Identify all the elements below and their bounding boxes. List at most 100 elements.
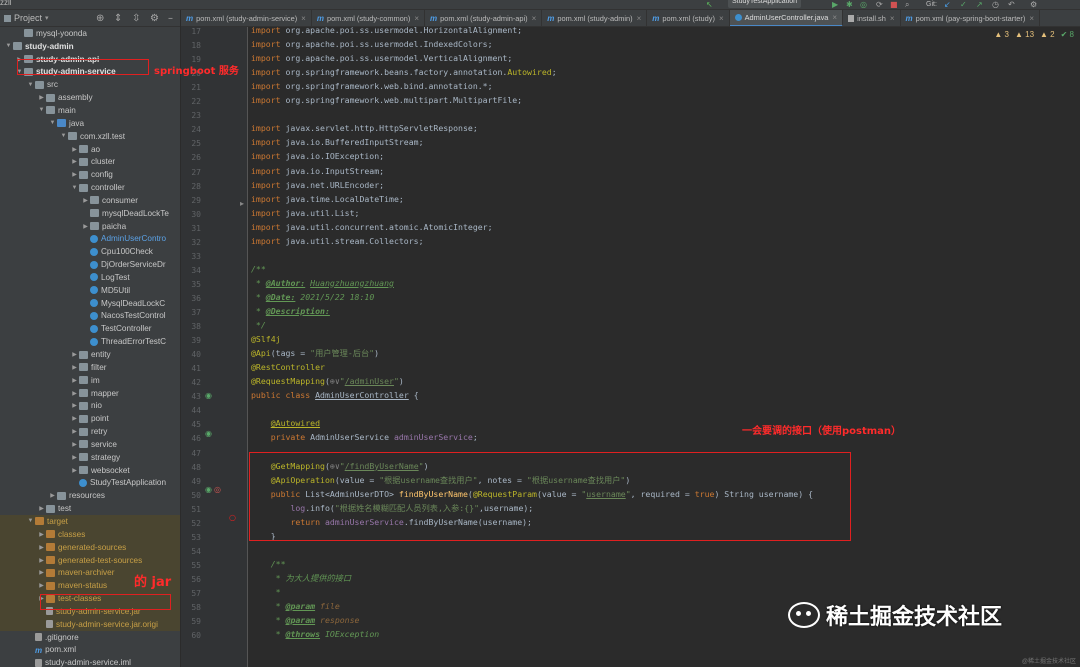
close-icon[interactable]: ×: [890, 14, 895, 23]
tree-node[interactable]: ▼ java: [0, 117, 180, 130]
code-line[interactable]: @Api(tags = "用户管理-后台"): [251, 348, 379, 359]
tree-node[interactable]: TestController: [0, 322, 180, 335]
run-icon[interactable]: ▶: [832, 0, 838, 9]
chevron-right-icon[interactable]: ▶: [37, 94, 46, 101]
chevron-right-icon[interactable]: ▶: [70, 390, 79, 397]
tree-node[interactable]: ▶ point: [0, 412, 180, 425]
tree-node[interactable]: ▼ com.xzll.test: [0, 130, 180, 143]
tree-node[interactable]: ThreadErrorTestC: [0, 335, 180, 348]
tree-node[interactable]: ▶ generated-test-sources: [0, 553, 180, 567]
tree-node[interactable]: ▶ im: [0, 374, 180, 387]
tree-node[interactable]: m pom.xml: [0, 644, 180, 657]
tree-node[interactable]: AdminUserContro: [0, 233, 180, 246]
chevron-down-icon[interactable]: ▾: [45, 14, 49, 22]
tree-node[interactable]: ▶ entity: [0, 348, 180, 361]
code-line[interactable]: */: [251, 320, 266, 331]
chevron-right-icon[interactable]: ▶: [81, 223, 90, 230]
tree-node[interactable]: ▶ cluster: [0, 155, 180, 168]
code-line[interactable]: import org.springframework.web.bind.anno…: [251, 81, 493, 92]
tree-node[interactable]: ▼ target: [0, 515, 180, 528]
tree-node[interactable]: ▶ generated-sources: [0, 540, 180, 554]
code-line[interactable]: private AdminUserService adminUserServic…: [251, 432, 478, 443]
spring-bean-icon[interactable]: ◉: [205, 485, 212, 494]
tree-node[interactable]: ▶ service: [0, 438, 180, 451]
breakpoint-icon[interactable]: ○: [229, 513, 236, 522]
code-line[interactable]: import org.apache.poi.ss.usermodel.Horiz…: [251, 27, 522, 36]
code-line[interactable]: import java.net.URLEncoder;: [251, 180, 384, 191]
editor-tab[interactable]: m pom.xml (study-admin-service) ×: [181, 10, 312, 26]
chevron-right-icon[interactable]: ▶: [37, 557, 46, 564]
tree-node[interactable]: LogTest: [0, 271, 180, 284]
chevron-right-icon[interactable]: ▶: [70, 441, 79, 448]
tree-node[interactable]: ▶ nio: [0, 399, 180, 412]
chevron-right-icon[interactable]: ▶: [70, 467, 79, 474]
run-config-select[interactable]: StudyTestApplication: [728, 0, 801, 8]
code-line[interactable]: * @param file: [251, 601, 340, 612]
coverage-icon[interactable]: ◎: [860, 0, 867, 9]
locate-icon[interactable]: ⊕: [96, 13, 104, 24]
tree-node[interactable]: study-admin-service.jar.origi: [0, 617, 180, 631]
chevron-right-icon[interactable]: ▶: [48, 492, 57, 499]
git-history-icon[interactable]: ◷: [992, 0, 999, 9]
chevron-right-icon[interactable]: ▶: [37, 531, 46, 538]
git-commit-icon[interactable]: ✓: [960, 0, 967, 9]
inspections-widget[interactable]: ▲ 3 ▲ 13 ▲ 2 ✔ 8: [994, 30, 1074, 39]
code-line[interactable]: import javax.servlet.http.HttpServletRes…: [251, 123, 478, 134]
stop-icon[interactable]: ■: [890, 0, 898, 9]
tree-node[interactable]: ▶ ao: [0, 143, 180, 156]
chevron-down-icon[interactable]: ▼: [4, 43, 13, 49]
chevron-right-icon[interactable]: ▶: [70, 428, 79, 435]
code-line[interactable]: * @param response: [251, 615, 360, 626]
git-rollback-icon[interactable]: ↶: [1008, 0, 1015, 9]
project-panel-title[interactable]: Project: [14, 13, 42, 23]
tree-node[interactable]: .gitignore: [0, 631, 180, 644]
code-line[interactable]: import java.io.IOException;: [251, 151, 384, 162]
expand-all-icon[interactable]: ⇕: [114, 13, 122, 24]
chevron-right-icon[interactable]: ▶: [70, 402, 79, 409]
code-line[interactable]: @RequestMapping(⊕∨"/adminUser"): [251, 376, 404, 387]
close-icon[interactable]: ×: [301, 14, 306, 23]
tree-node[interactable]: ▶ resources: [0, 489, 180, 502]
tree-node[interactable]: ▼ src: [0, 78, 180, 91]
code-line[interactable]: * @Description:: [251, 306, 330, 317]
code-line[interactable]: import java.io.InputStream;: [251, 166, 384, 177]
chevron-right-icon[interactable]: ▶: [37, 544, 46, 551]
tree-node[interactable]: mysql-yoonda: [0, 27, 180, 40]
tree-node[interactable]: ▼ controller: [0, 181, 180, 194]
tree-node[interactable]: DjOrderServiceDr: [0, 258, 180, 271]
code-line[interactable]: /**: [251, 559, 286, 570]
tree-node[interactable]: MD5Util: [0, 284, 180, 297]
chevron-down-icon[interactable]: ▼: [48, 120, 57, 126]
code-line[interactable]: @RestController: [251, 362, 325, 373]
tree-node[interactable]: ▶ paicha: [0, 220, 180, 233]
typo-count[interactable]: ▲ 2: [1040, 30, 1055, 39]
code-line[interactable]: import java.util.List;: [251, 208, 359, 219]
chevron-right-icon[interactable]: ▶: [37, 582, 46, 589]
code-line[interactable]: @Slf4j: [251, 334, 281, 345]
debug-icon[interactable]: ✱: [846, 0, 853, 9]
gear-icon[interactable]: ⚙: [150, 13, 159, 24]
chevron-down-icon[interactable]: ▼: [70, 185, 79, 191]
tree-node[interactable]: ▶ strategy: [0, 451, 180, 464]
chevron-right-icon[interactable]: ▶: [70, 364, 79, 371]
tree-node[interactable]: StudyTestApplication: [0, 477, 180, 490]
chevron-down-icon[interactable]: ▼: [26, 518, 35, 524]
tree-node[interactable]: NacosTestControl: [0, 310, 180, 323]
tree-node[interactable]: ▶ classes: [0, 527, 180, 541]
chevron-down-icon[interactable]: ▼: [26, 82, 35, 88]
tree-node[interactable]: Cpu100Check: [0, 245, 180, 258]
chevron-down-icon[interactable]: ▼: [37, 107, 46, 113]
tree-node[interactable]: mysqlDeadLockTe: [0, 207, 180, 220]
warning-count[interactable]: ▲ 3: [994, 30, 1009, 39]
code-line[interactable]: * 为大人提供的接口: [251, 573, 351, 584]
close-icon[interactable]: ×: [832, 13, 837, 22]
tree-node[interactable]: MysqlDeadLockC: [0, 297, 180, 310]
editor-tab[interactable]: AdminUserController.java ×: [729, 10, 844, 26]
chevron-right-icon[interactable]: ▶: [81, 197, 90, 204]
code-line[interactable]: *: [251, 587, 281, 598]
chevron-right-icon[interactable]: ▶: [70, 351, 79, 358]
code-line[interactable]: public class AdminUserController {: [251, 390, 419, 401]
code-line[interactable]: import org.apache.poi.ss.usermodel.Index…: [251, 39, 493, 50]
ok-count[interactable]: ✔ 8: [1061, 30, 1074, 39]
code-line[interactable]: * @Author: Huangzhuangzhuang: [251, 278, 394, 289]
